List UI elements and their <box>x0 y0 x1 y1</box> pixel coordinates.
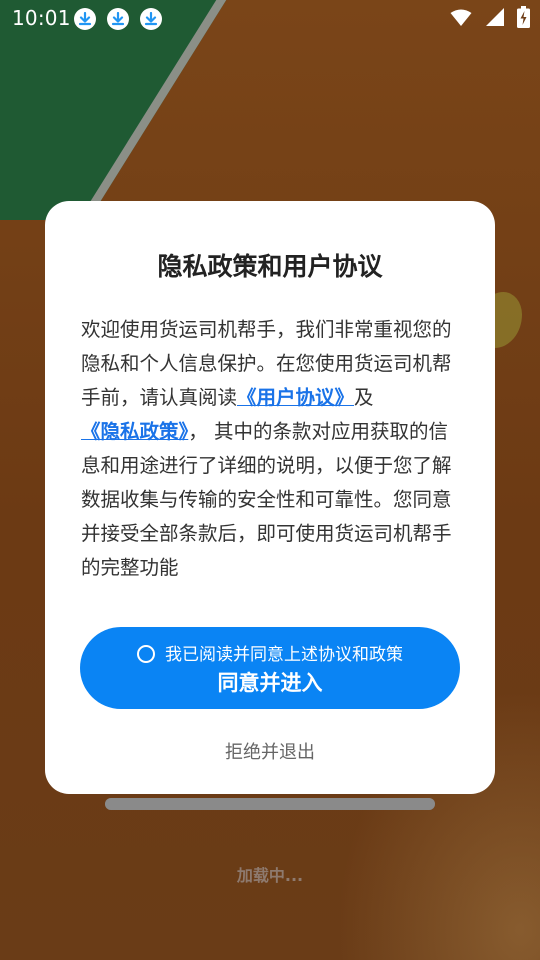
status-time: 10:01 <box>12 6 71 30</box>
dialog-title: 隐私政策和用户协议 <box>157 252 383 281</box>
agree-button-label: 同意并进入 <box>217 671 323 695</box>
user-agreement-link[interactable]: 《用户协议》 <box>237 386 354 409</box>
body-text: 及 <box>354 386 374 409</box>
consent-label: 我已阅读并同意上述协议和政策 <box>165 645 403 665</box>
battery-charging-icon <box>517 6 530 33</box>
status-bar: 10:01 <box>0 0 540 36</box>
privacy-policy-link[interactable]: 《隐私政策》 <box>81 420 188 443</box>
loading-progress-fill <box>105 798 435 810</box>
download-icon <box>74 8 96 30</box>
wifi-icon <box>450 8 472 32</box>
radio-icon[interactable] <box>137 645 155 663</box>
system-icons <box>444 6 530 33</box>
reject-button[interactable]: 拒绝并退出 <box>45 738 495 764</box>
consent-checkbox[interactable]: 我已阅读并同意上述协议和政策 <box>80 640 460 665</box>
dialog-body-text: 欢迎使用货运司机帮手，我们非常重视您的隐私和个人信息保护。在您使用货运司机帮手前… <box>81 313 461 585</box>
loading-text: 加载中... <box>236 866 304 885</box>
download-icon <box>140 8 162 30</box>
agree-button[interactable]: 我已阅读并同意上述协议和政策 同意并进入 <box>80 627 460 709</box>
loading-progress-bar <box>105 798 435 810</box>
body-text: ， 其中的条款对应用获取的信息和用途进行了详细的说明，以便于您了解数据收集与传输… <box>81 420 452 579</box>
privacy-dialog: 隐私政策和用户协议 欢迎使用货运司机帮手，我们非常重视您的隐私和个人信息保护。在… <box>45 201 495 794</box>
download-icon <box>107 8 129 30</box>
signal-icon <box>485 7 505 32</box>
